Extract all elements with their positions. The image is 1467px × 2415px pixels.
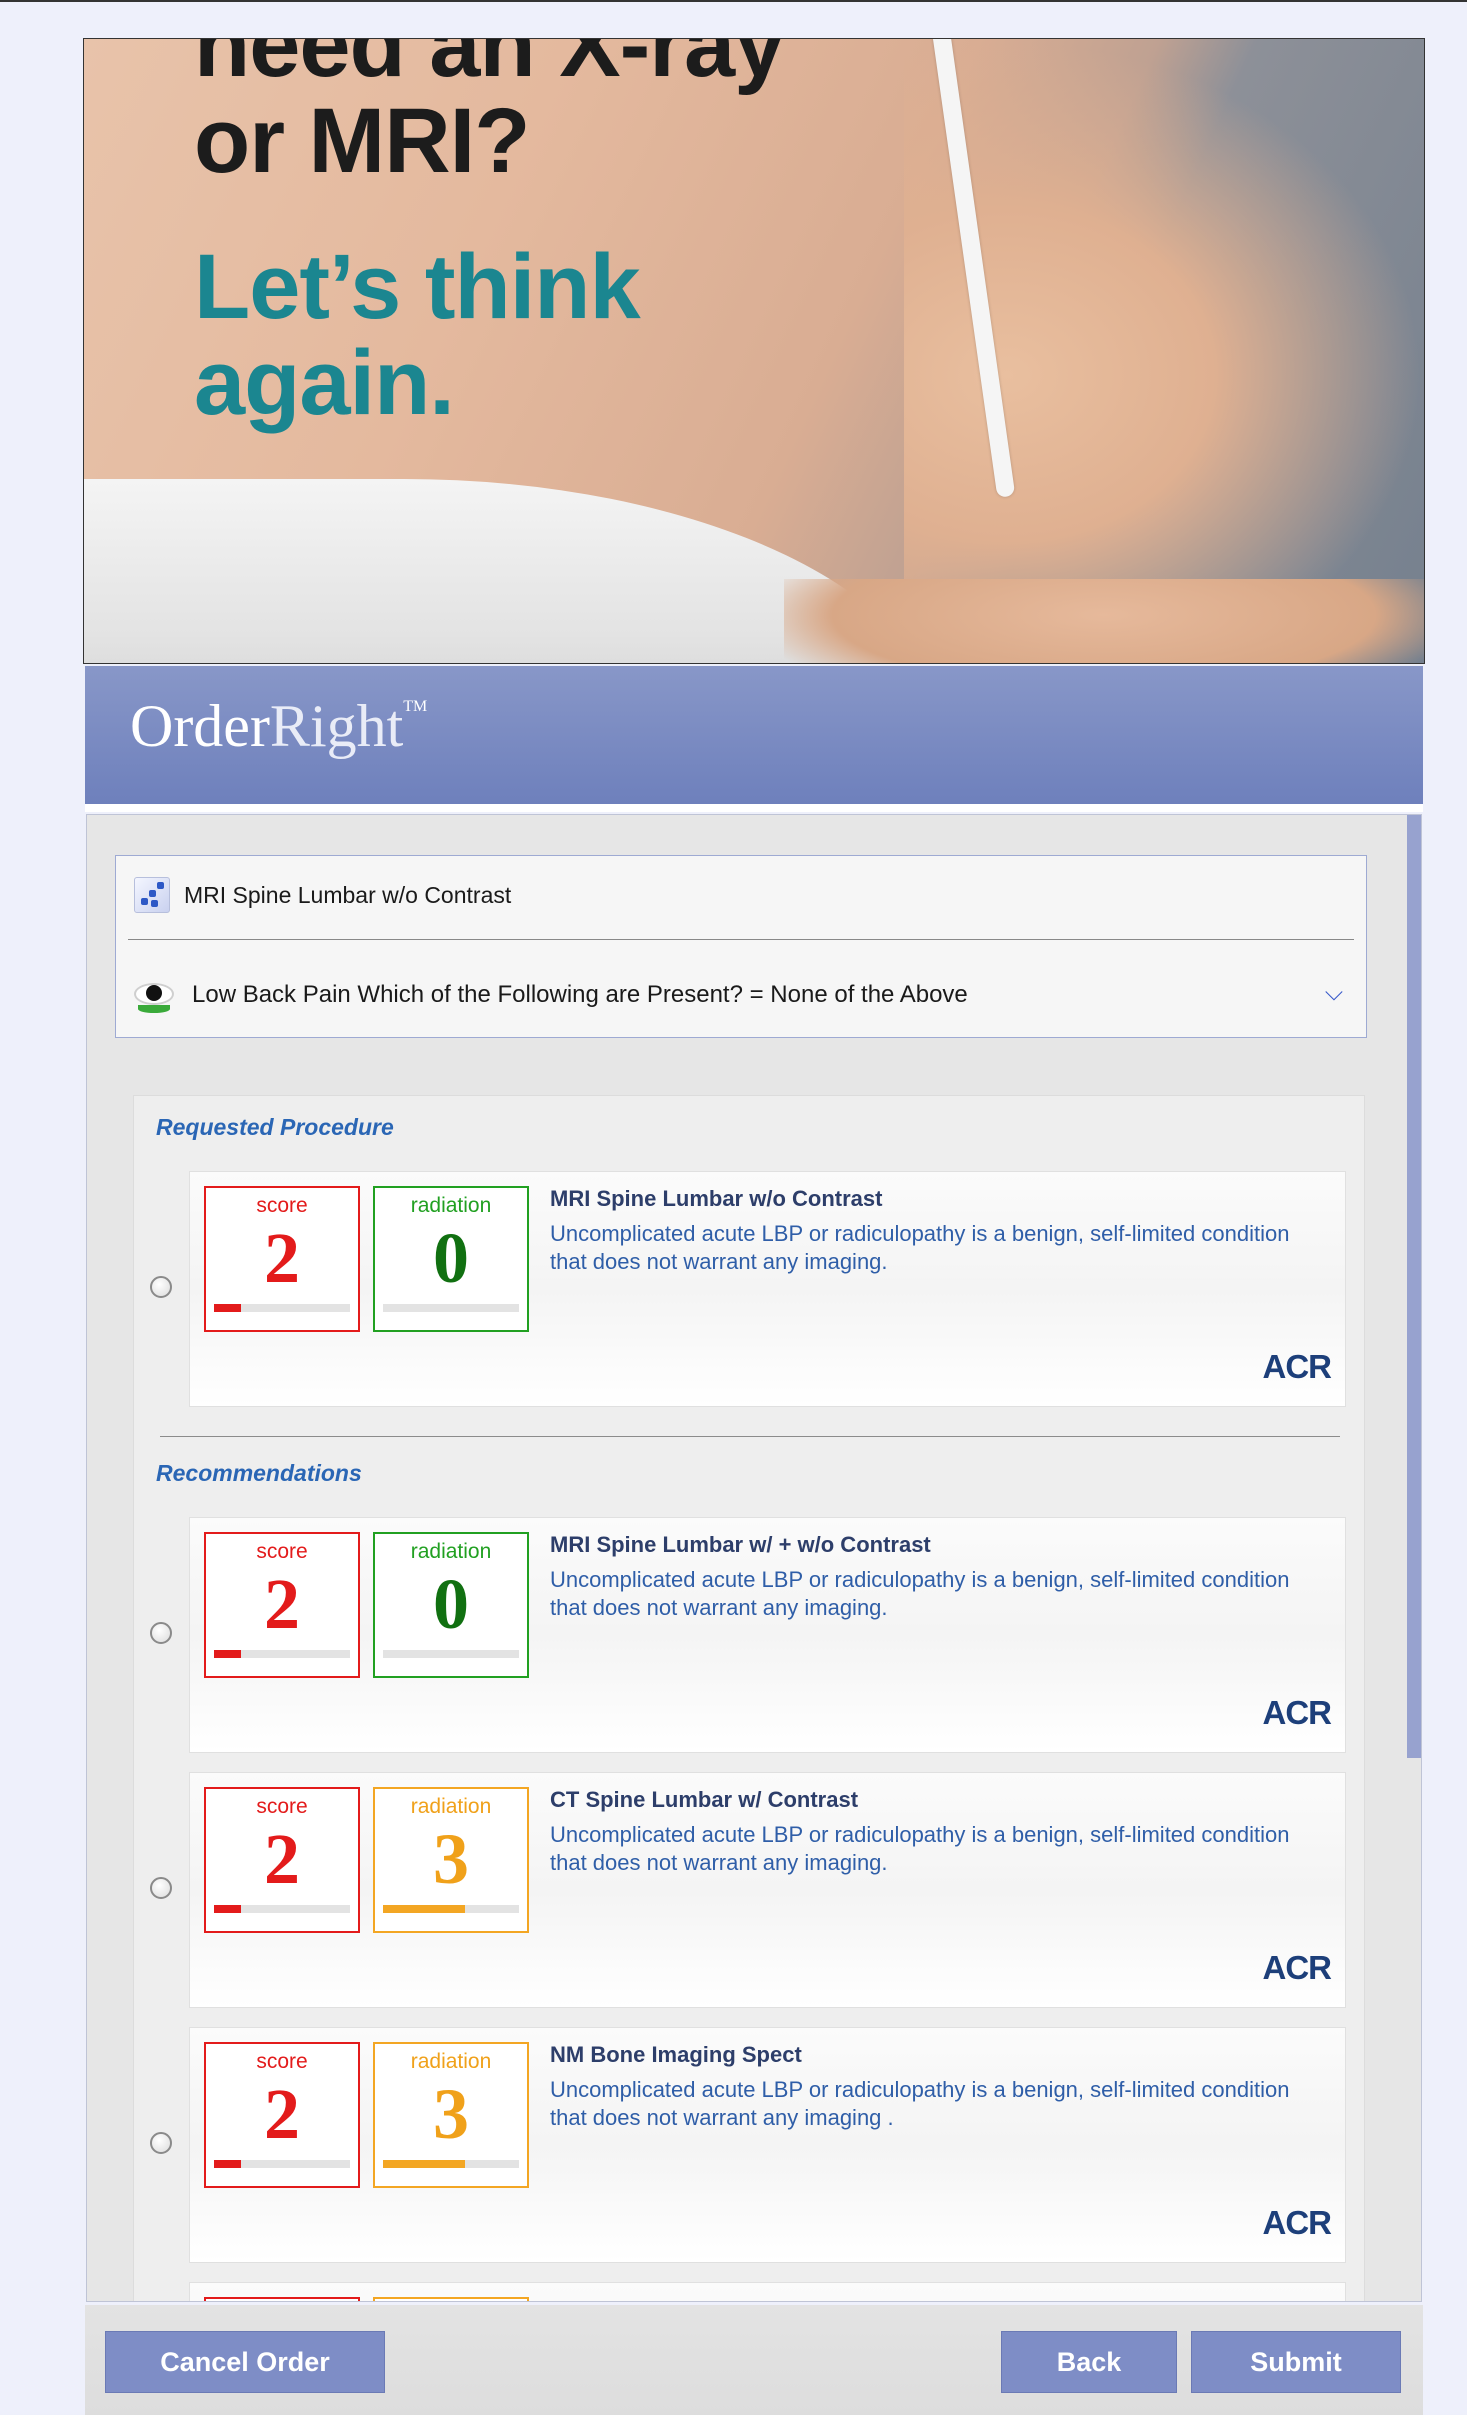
footer-bar: Cancel Order Back Submit xyxy=(85,2305,1423,2415)
submit-button[interactable]: Submit xyxy=(1191,2331,1401,2393)
scrollbar-thumb[interactable] xyxy=(1407,815,1421,1758)
recommendation-radio[interactable] xyxy=(150,1877,172,1899)
order-summary: MRI Spine Lumbar w/o Contrast Low Back P… xyxy=(115,855,1367,1038)
procedure-description: Uncomplicated acute LBP or radiculopathy… xyxy=(550,1822,1290,1875)
score-box: score 2 xyxy=(204,2042,360,2188)
top-border xyxy=(0,0,1467,2)
procedure-description: Uncomplicated acute LBP or radiculopathy… xyxy=(550,2077,1290,2130)
hero-tagline: Let’s think again. xyxy=(194,236,641,434)
recommendation-card[interactable]: score 2 radiation 0 MRI Spine Lumbar w/ … xyxy=(189,1517,1346,1753)
chevron-double-down-icon[interactable]: ⌵ xyxy=(1320,981,1348,1009)
summary-indication: Low Back Pain Which of the Following are… xyxy=(192,981,968,1008)
hero-headline: need an X-ray or MRI? xyxy=(194,38,785,192)
hero-banner: need an X-ray or MRI? Let’s think again. xyxy=(83,38,1425,664)
recommendations-heading: Recommendations xyxy=(156,1460,362,1486)
requested-radio[interactable] xyxy=(150,1276,172,1298)
recommendation-radio[interactable] xyxy=(150,2132,172,2154)
procedure-description: Uncomplicated acute LBP or radiculopathy… xyxy=(550,1567,1290,1620)
eye-icon xyxy=(134,975,174,1015)
radiation-box: radiation 3 xyxy=(373,1787,529,1933)
cancel-order-button[interactable]: Cancel Order xyxy=(105,2331,385,2393)
summary-indication-row[interactable]: Low Back Pain Which of the Following are… xyxy=(134,970,1348,1020)
logo-bar: OrderRightTM xyxy=(85,666,1423,804)
recommendation-card-partial[interactable] xyxy=(189,2282,1346,2301)
requested-procedure-heading: Requested Procedure xyxy=(156,1114,394,1140)
results-box: Requested Procedure score 2 radiation 0 … xyxy=(133,1095,1365,2301)
procedure-title: MRI Spine Lumbar w/ + w/o Contrast xyxy=(550,1532,931,1557)
radiation-box: radiation 3 xyxy=(373,2042,529,2188)
acr-logo: ACR xyxy=(1262,2204,1332,2241)
acr-logo: ACR xyxy=(1262,1694,1332,1731)
order-panel: MRI Spine Lumbar w/o Contrast Low Back P… xyxy=(86,814,1422,2302)
procedure-icon xyxy=(134,877,170,913)
procedure-title: MRI Spine Lumbar w/o Contrast xyxy=(550,1186,883,1211)
score-box: score 2 xyxy=(204,1532,360,1678)
recommendation-radio[interactable] xyxy=(150,1622,172,1644)
recommendation-card[interactable]: score 2 radiation 3 NM Bone Imaging Spec… xyxy=(189,2027,1346,2263)
score-box: score 2 xyxy=(204,1787,360,1933)
procedure-description: Uncomplicated acute LBP or radiculopathy… xyxy=(550,1221,1290,1274)
requested-card[interactable]: score 2 radiation 0 MRI Spine Lumbar w/o… xyxy=(189,1171,1346,1407)
back-button[interactable]: Back xyxy=(1001,2331,1177,2393)
procedure-title: NM Bone Imaging Spect xyxy=(550,2042,802,2067)
procedure-title: CT Spine Lumbar w/ Contrast xyxy=(550,1787,859,1812)
summary-procedure: MRI Spine Lumbar w/o Contrast xyxy=(184,881,512,908)
acr-logo: ACR xyxy=(1262,1949,1332,1986)
scrollbar-track[interactable] xyxy=(1407,815,1421,2301)
score-box: score 2 xyxy=(204,1186,360,1332)
radiation-box: radiation 0 xyxy=(373,1532,529,1678)
radiation-box: radiation 0 xyxy=(373,1186,529,1332)
recommendation-card[interactable]: score 2 radiation 3 CT Spine Lumbar w/ C… xyxy=(189,1772,1346,2008)
acr-logo: ACR xyxy=(1262,1348,1332,1385)
orderright-logo: OrderRightTM xyxy=(130,693,428,759)
